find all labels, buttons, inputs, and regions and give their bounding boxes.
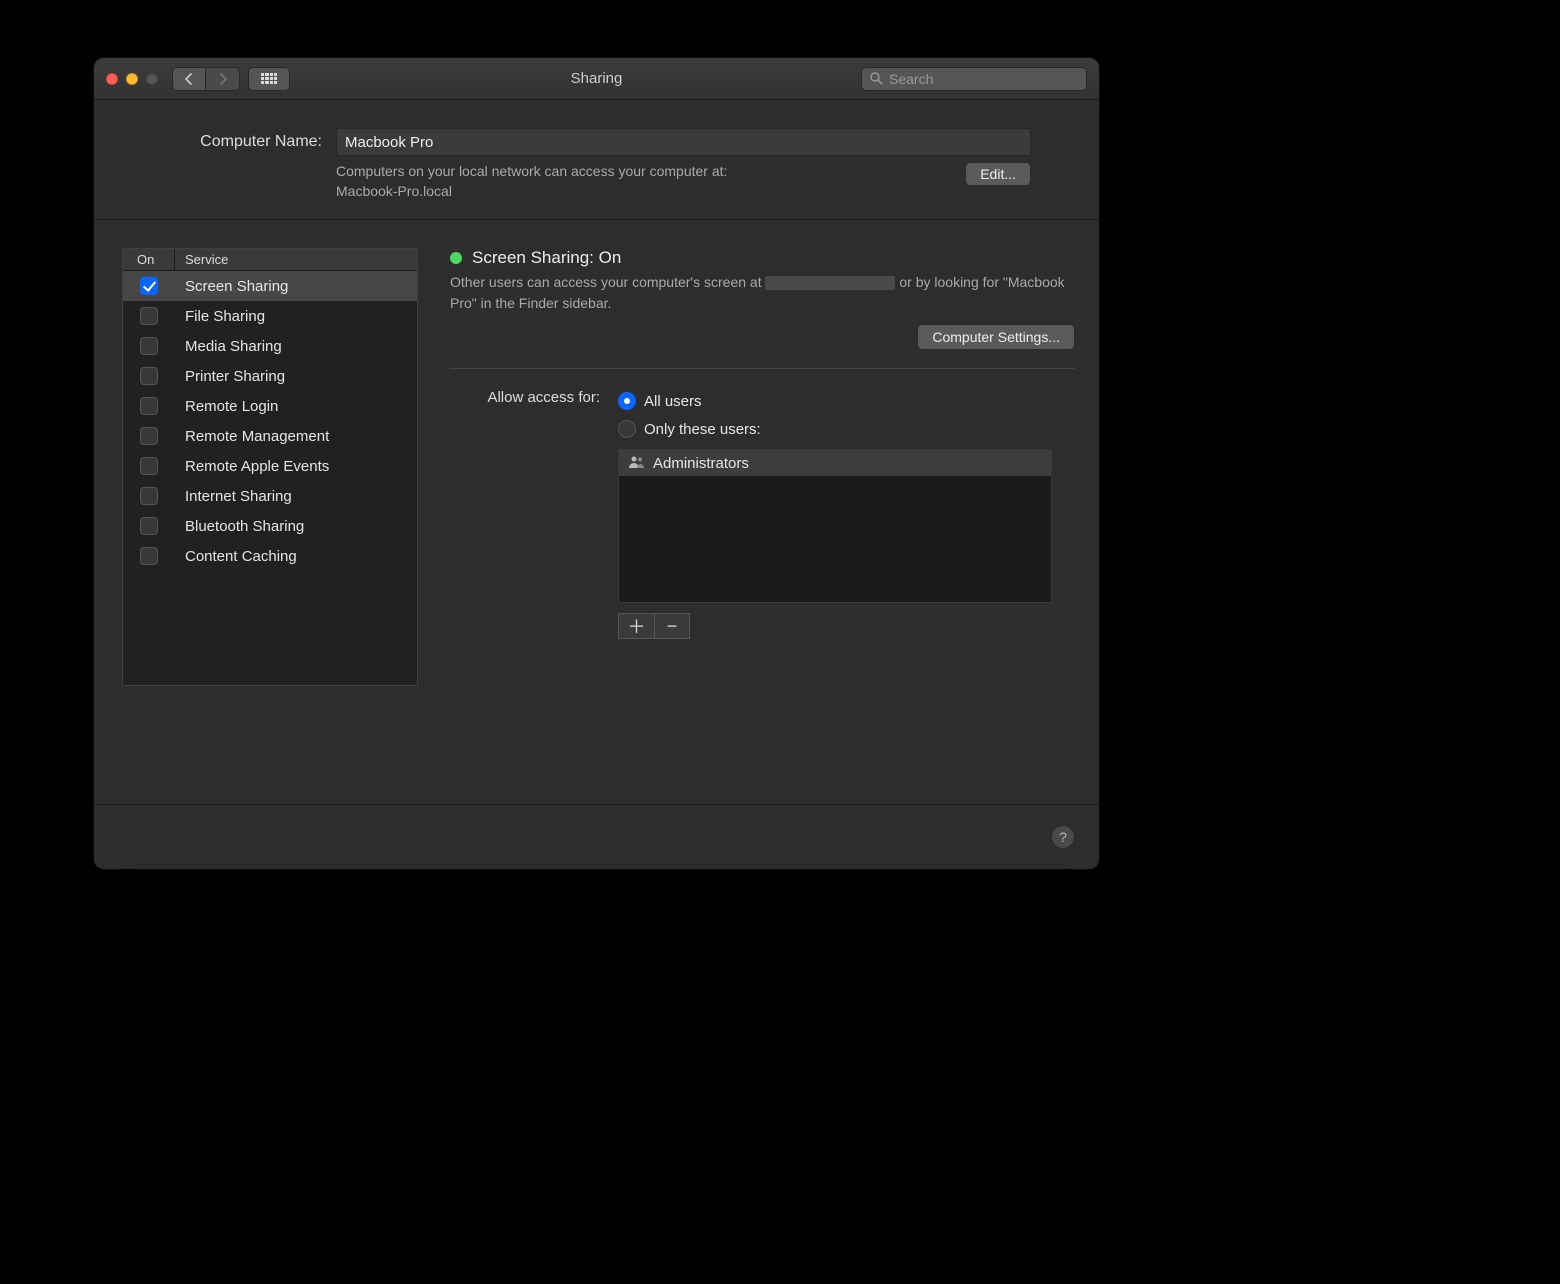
- service-row[interactable]: Remote Login: [123, 391, 417, 421]
- service-label: Internet Sharing: [175, 488, 292, 505]
- add-user-button[interactable]: ＋: [618, 613, 654, 639]
- services-table: On Service Screen Sharing File Sharing Med…: [122, 248, 418, 686]
- users-icon: [629, 455, 645, 471]
- service-checkbox[interactable]: [140, 277, 158, 295]
- forward-button: [206, 67, 240, 91]
- minimize-window-button[interactable]: [126, 73, 138, 85]
- chevron-right-icon: [219, 73, 227, 85]
- service-label: Screen Sharing: [175, 278, 288, 295]
- zoom-window-button: [146, 73, 158, 85]
- service-label: Remote Login: [175, 398, 278, 415]
- list-item-label: Administrators: [653, 455, 749, 472]
- services-body: Screen Sharing File Sharing Media Sharing P…: [123, 271, 417, 571]
- radio-all-users-label: All users: [644, 393, 702, 410]
- services-col-on[interactable]: On: [123, 249, 175, 270]
- show-all-button[interactable]: [248, 67, 290, 91]
- remove-user-button[interactable]: −: [654, 613, 690, 639]
- radio-only-users[interactable]: [618, 420, 636, 438]
- sharing-main: On Service Screen Sharing File Sharing Med…: [94, 220, 1099, 805]
- service-row[interactable]: Remote Apple Events: [123, 451, 417, 481]
- search-field[interactable]: [861, 67, 1087, 91]
- service-label: File Sharing: [175, 308, 265, 325]
- service-label: Media Sharing: [175, 338, 282, 355]
- computer-name-section: Computer Name: Computers on your local n…: [94, 100, 1099, 220]
- services-col-service[interactable]: Service: [175, 249, 228, 270]
- service-row[interactable]: Screen Sharing: [123, 271, 417, 301]
- help-button[interactable]: ?: [1051, 825, 1075, 849]
- service-label: Remote Management: [175, 428, 329, 445]
- service-row[interactable]: Remote Management: [123, 421, 417, 451]
- radio-all-users[interactable]: [618, 392, 636, 410]
- radio-only-users-label: Only these users:: [644, 421, 761, 438]
- search-icon: [870, 72, 883, 85]
- computer-settings-button[interactable]: Computer Settings...: [917, 324, 1075, 350]
- traffic-lights: [106, 73, 158, 85]
- access-section: Allow access for: All users Only these u…: [450, 387, 1075, 639]
- chevron-left-icon: [185, 73, 193, 85]
- edit-hostname-button[interactable]: Edit...: [965, 162, 1031, 186]
- search-input[interactable]: [889, 71, 1078, 87]
- service-checkbox[interactable]: [140, 427, 158, 445]
- services-header: On Service: [123, 249, 417, 271]
- back-button[interactable]: [172, 67, 206, 91]
- status-dot-icon: [450, 252, 462, 264]
- divider: [450, 368, 1075, 369]
- service-label: Printer Sharing: [175, 368, 285, 385]
- redacted-address: [765, 276, 895, 290]
- service-label: Remote Apple Events: [175, 458, 329, 475]
- service-row[interactable]: File Sharing: [123, 301, 417, 331]
- user-list-buttons: ＋ −: [618, 613, 1075, 639]
- preferences-window: Sharing Computer Name: Computers on your…: [94, 58, 1099, 869]
- service-detail: Screen Sharing: On Other users can acces…: [450, 248, 1075, 796]
- service-checkbox[interactable]: [140, 457, 158, 475]
- service-checkbox[interactable]: [140, 307, 158, 325]
- status-title: Screen Sharing: On: [472, 248, 621, 268]
- nav-segmented: [172, 67, 240, 91]
- service-checkbox[interactable]: [140, 547, 158, 565]
- service-row[interactable]: Content Caching: [123, 541, 417, 571]
- access-label: Allow access for:: [450, 387, 600, 639]
- service-checkbox[interactable]: [140, 367, 158, 385]
- service-checkbox[interactable]: [140, 337, 158, 355]
- service-label: Content Caching: [175, 548, 297, 565]
- service-row[interactable]: Media Sharing: [123, 331, 417, 361]
- titlebar: Sharing: [94, 58, 1099, 100]
- computer-name-subtext: Computers on your local network can acce…: [336, 162, 953, 201]
- service-checkbox[interactable]: [140, 517, 158, 535]
- service-row[interactable]: Bluetooth Sharing: [123, 511, 417, 541]
- service-row[interactable]: Internet Sharing: [123, 481, 417, 511]
- computer-name-input[interactable]: [336, 128, 1031, 156]
- service-label: Bluetooth Sharing: [175, 518, 304, 535]
- access-option-all[interactable]: All users: [618, 387, 1075, 415]
- list-item[interactable]: Administrators: [619, 450, 1051, 476]
- service-row[interactable]: Printer Sharing: [123, 361, 417, 391]
- status-description: Other users can access your computer's s…: [450, 272, 1075, 314]
- close-window-button[interactable]: [106, 73, 118, 85]
- computer-name-label: Computer Name:: [162, 133, 322, 151]
- grid-icon: [261, 73, 277, 85]
- footer: ?: [94, 805, 1099, 869]
- service-checkbox[interactable]: [140, 487, 158, 505]
- service-checkbox[interactable]: [140, 397, 158, 415]
- access-option-only[interactable]: Only these users:: [618, 415, 1075, 443]
- allowed-users-list[interactable]: Administrators: [618, 449, 1052, 603]
